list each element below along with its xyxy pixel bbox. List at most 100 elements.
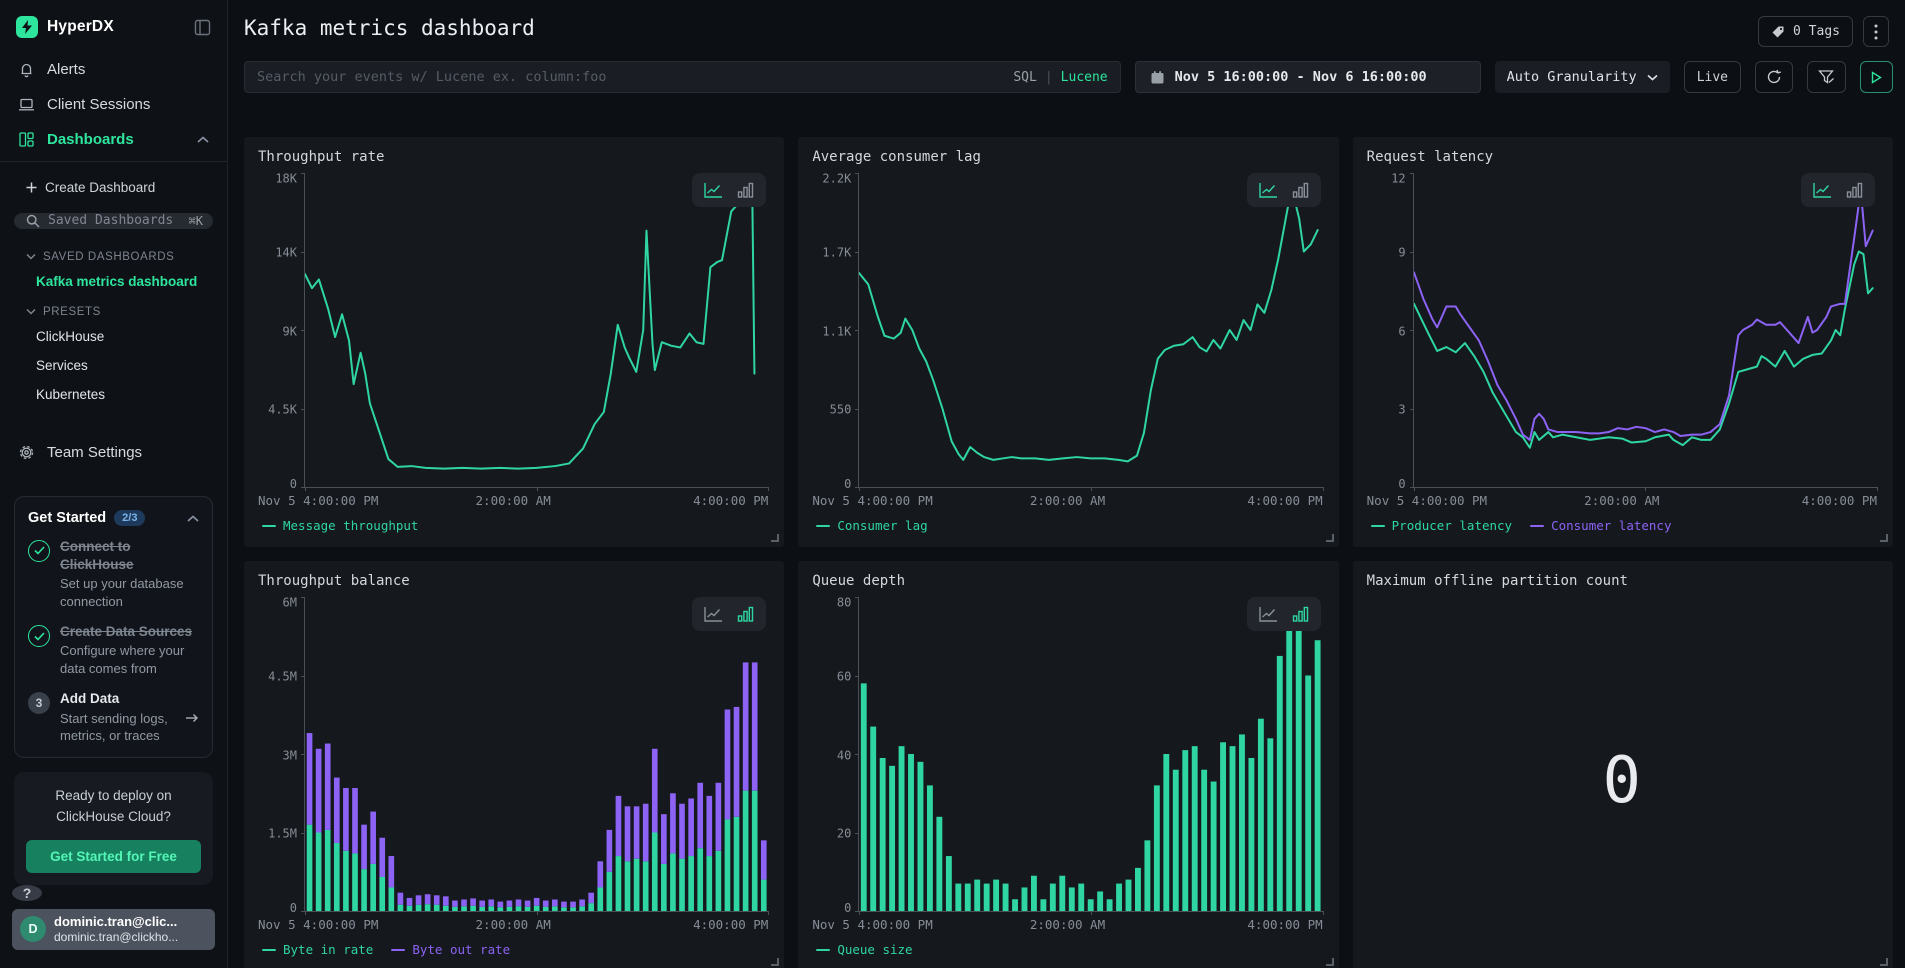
line-chart-icon[interactable]	[1813, 182, 1832, 198]
chart-area: 6M4.5M3M1.5M0	[258, 597, 768, 912]
panel-resize-handle[interactable]	[771, 958, 779, 966]
chevron-up-icon	[197, 136, 209, 144]
line-chart-icon[interactable]	[704, 182, 723, 198]
panel-throughput-balance: Throughput balance 6M4.5M3M1.5M0Nov 5 4:…	[244, 561, 784, 968]
chart-type-toggle[interactable]	[1247, 173, 1321, 207]
sidebar-collapse-icon[interactable]	[194, 19, 211, 36]
legend-item[interactable]: Consumer latency	[1530, 518, 1671, 533]
search-icon	[26, 214, 40, 228]
chart-legend: Byte in rate Byte out rate	[258, 934, 768, 965]
event-search-box[interactable]: SQL | Lucene	[244, 61, 1121, 93]
saved-dashboards-section-header[interactable]: SAVED DASHBOARDS	[12, 241, 215, 267]
y-axis: 2.2K1.7K1.1K5500	[812, 173, 858, 488]
create-dashboard-button[interactable]: Create Dashboard	[12, 172, 215, 203]
panel-queue-depth: Queue depth 806040200Nov 5 4:00:00 PM2:0…	[798, 561, 1338, 968]
panel-resize-handle[interactable]	[1326, 958, 1334, 966]
run-query-button[interactable]	[1860, 61, 1893, 93]
get-started-step-2[interactable]: Create Data Sources Configure where your…	[28, 623, 199, 677]
sidebar-item-clickhouse[interactable]: ClickHouse	[12, 322, 215, 351]
panel-title: Average consumer lag	[812, 149, 1322, 165]
line-chart-icon[interactable]	[704, 606, 723, 622]
search-placeholder: Saved Dashboards	[48, 213, 181, 228]
get-started-card: Get Started 2/3 Connect to ClickHouse Se…	[14, 496, 213, 758]
refresh-icon	[1766, 69, 1782, 85]
line-chart-icon[interactable]	[1259, 182, 1278, 198]
panel-resize-handle[interactable]	[771, 534, 779, 542]
check-circle-icon	[28, 540, 50, 562]
chart-type-toggle[interactable]	[692, 597, 766, 631]
saved-dashboards-search-input[interactable]: Saved Dashboards ⌘K	[14, 213, 213, 229]
legend-item[interactable]: Producer latency	[1371, 518, 1512, 533]
sidebar-item-client-sessions[interactable]: Client Sessions	[12, 87, 215, 122]
get-started-step-1[interactable]: Connect to ClickHouse Set up your databa…	[28, 538, 199, 611]
more-options-button[interactable]	[1863, 16, 1889, 47]
filter-icon	[1818, 69, 1835, 85]
refresh-button[interactable]	[1755, 61, 1793, 93]
page-title: Kafka metrics dashboard	[244, 16, 535, 40]
event-search-input[interactable]	[257, 69, 1003, 85]
live-button[interactable]: Live	[1684, 61, 1741, 93]
app-name: HyperDX	[47, 18, 185, 36]
logo-row: HyperDX	[12, 14, 215, 52]
tags-button[interactable]: 0 Tags	[1758, 16, 1853, 47]
legend-item[interactable]: Message throughput	[262, 518, 418, 533]
chevron-up-icon[interactable]	[187, 510, 199, 526]
x-axis: Nov 5 4:00:00 PM2:00:00 AM4:00:00 PM	[258, 488, 768, 510]
sidebar-item-kafka-metrics-dashboard[interactable]: Kafka metrics dashboard	[12, 267, 215, 296]
panel-max-offline-partition-count: Maximum offline partition count 0	[1353, 561, 1893, 968]
panel-request-latency: Request latency 129630Nov 5 4:00:00 PM2:…	[1353, 137, 1893, 547]
dashboard-grid: Throughput rate 18K14K9K4.5K0Nov 5 4:00:…	[244, 137, 1893, 968]
x-axis: Nov 5 4:00:00 PM2:00:00 AM4:00:00 PM	[1367, 488, 1877, 510]
granularity-select[interactable]: Auto Granularity	[1495, 61, 1670, 93]
x-axis: Nov 5 4:00:00 PM2:00:00 AM4:00:00 PM	[812, 488, 1322, 510]
kebab-menu-icon	[1874, 24, 1878, 40]
user-name: dominic.tran@clic...	[54, 914, 178, 930]
chart-type-toggle[interactable]	[1247, 597, 1321, 631]
get-started-title: Get Started	[28, 510, 106, 526]
date-range-value: Nov 5 16:00:00 - Nov 6 16:00:00	[1175, 69, 1427, 85]
bar-chart-icon[interactable]	[1846, 182, 1863, 198]
metric-value: 0	[1367, 597, 1877, 965]
app-root: HyperDX Alerts Client Sessions Dashboard…	[0, 0, 1905, 968]
dashboard-grid-icon	[18, 131, 35, 148]
line-chart-icon[interactable]	[1259, 606, 1278, 622]
panel-title: Queue depth	[812, 573, 1322, 589]
chevron-down-icon	[26, 253, 36, 260]
plot-area	[304, 173, 768, 488]
chart-legend: Consumer lag	[812, 510, 1322, 541]
sidebar-item-dashboards[interactable]: Dashboards	[12, 122, 215, 157]
panel-resize-handle[interactable]	[1880, 958, 1888, 966]
date-range-picker[interactable]: Nov 5 16:00:00 - Nov 6 16:00:00	[1135, 61, 1481, 93]
legend-item[interactable]: Byte in rate	[262, 942, 373, 957]
filter-button[interactable]	[1807, 61, 1846, 93]
main-content: Kafka metrics dashboard 0 Tags SQL | Luc…	[228, 0, 1905, 968]
legend-item[interactable]: Byte out rate	[391, 942, 510, 957]
legend-item[interactable]: Queue size	[816, 942, 912, 957]
bar-chart-icon[interactable]	[737, 182, 754, 198]
sidebar-item-alerts[interactable]: Alerts	[12, 52, 215, 87]
panel-title: Throughput rate	[258, 149, 768, 165]
presets-section-header[interactable]: PRESETS	[12, 296, 215, 322]
sql-toggle[interactable]: SQL	[1013, 70, 1036, 85]
help-button[interactable]: ?	[12, 885, 42, 901]
y-axis: 806040200	[812, 597, 858, 912]
get-started-step-3[interactable]: 3 Add Data Start sending logs, metrics, …	[28, 690, 199, 744]
sidebar-item-kubernetes[interactable]: Kubernetes	[12, 380, 215, 409]
bar-chart-icon[interactable]	[1292, 182, 1309, 198]
panel-resize-handle[interactable]	[1880, 534, 1888, 542]
y-axis: 6M4.5M3M1.5M0	[258, 597, 304, 912]
calendar-icon	[1150, 70, 1165, 85]
bar-chart-icon[interactable]	[737, 606, 754, 622]
user-email: dominic.tran@clickho...	[54, 930, 178, 945]
user-menu[interactable]: D dominic.tran@clic... dominic.tran@clic…	[12, 909, 215, 950]
legend-item[interactable]: Consumer lag	[816, 518, 927, 533]
sidebar-item-team-settings[interactable]: Team Settings	[12, 435, 215, 470]
chart-type-toggle[interactable]	[692, 173, 766, 207]
get-started-free-button[interactable]: Get Started for Free	[26, 840, 201, 873]
bar-chart-icon[interactable]	[1292, 606, 1309, 622]
shortcut-hint: ⌘K	[189, 214, 203, 228]
sidebar-item-services[interactable]: Services	[12, 351, 215, 380]
chart-type-toggle[interactable]	[1801, 173, 1875, 207]
lucene-toggle[interactable]: Lucene	[1061, 70, 1108, 85]
panel-resize-handle[interactable]	[1326, 534, 1334, 542]
